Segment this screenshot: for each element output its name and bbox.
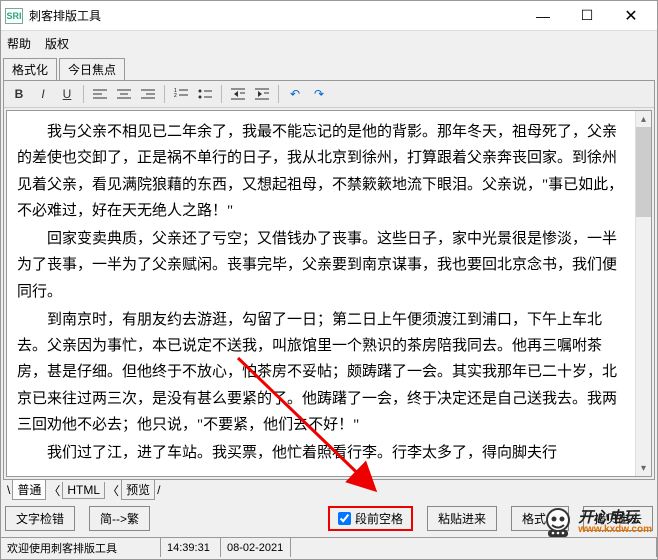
close-button[interactable]: ✕ [609,2,653,30]
tab-preview[interactable]: 预览 [121,480,155,500]
tab-normal[interactable]: 普通 [12,480,46,500]
tab-format[interactable]: 格式化 [3,58,57,80]
unordered-list-button[interactable] [194,84,216,104]
menu-help[interactable]: 帮助 [7,35,31,52]
align-right-button[interactable] [137,84,159,104]
separator [164,85,165,103]
align-left-button[interactable] [89,84,111,104]
ordered-list-button[interactable]: 12 [170,84,192,104]
scroll-up-icon[interactable]: ▴ [636,111,651,127]
italic-button[interactable]: I [32,84,54,104]
outdent-button[interactable] [227,84,249,104]
separator [221,85,222,103]
spellcheck-button[interactable]: 文字检错 [5,506,75,531]
scroll-down-icon[interactable]: ▾ [636,460,651,476]
minimize-button[interactable]: — [521,2,565,30]
scroll-thumb[interactable] [636,127,651,217]
align-center-button[interactable] [113,84,135,104]
maximize-button[interactable]: ☐ [565,2,609,30]
underline-button[interactable]: U [56,84,78,104]
status-welcome: 欢迎使用刺客排版工具 [1,538,161,557]
watermark: 开心电玩 www.kxdw.com [542,506,652,538]
indent-checkbox-highlight: 段前空格 [328,506,413,531]
bold-button[interactable]: B [8,84,30,104]
status-time: 14:39:31 [161,538,221,557]
paragraph: 回家变卖典质，父亲还了亏空；又借钱办了丧事。这些日子，家中光景很是惨淡，一半为了… [17,226,625,305]
paragraph: 我与父亲不相见已二年余了，我最不能忘记的是他的背影。那年冬天，祖母死了，父亲的差… [17,119,625,224]
tab-html[interactable]: HTML [62,482,105,499]
top-tab-row: 格式化 今日焦点 [1,56,657,80]
separator [278,85,279,103]
status-spacer [291,538,657,557]
statusbar: 欢迎使用刺客排版工具 14:39:31 08-02-2021 [1,537,657,557]
bottom-tab-row: \ 普通 〈 HTML 〈 预览 / [1,480,657,500]
watermark-text-cn: 开心电玩 [578,510,652,525]
titlebar: SRI 刺客排版工具 — ☐ ✕ [1,1,657,31]
watermark-icon [542,506,574,538]
status-date: 08-02-2021 [221,538,291,557]
indent-button[interactable] [251,84,273,104]
svg-text:2: 2 [174,93,177,99]
paste-button[interactable]: 粘贴进来 [427,506,497,531]
menu-copyright[interactable]: 版权 [45,35,69,52]
paragraph: 到南京时，有朋友约去游逛，勾留了一日；第二日上午便须渡江到浦口，下午上车北去。父… [17,307,625,438]
menubar: 帮助 版权 [1,31,657,56]
indent-checkbox[interactable] [338,512,351,525]
indent-checkbox-label: 段前空格 [355,510,403,527]
undo-button[interactable]: ↶ [284,84,306,104]
window-title: 刺客排版工具 [29,7,521,24]
vertical-scrollbar[interactable]: ▴ ▾ [635,111,651,476]
watermark-text-url: www.kxdw.com [578,525,652,535]
text-editor[interactable]: 我与父亲不相见已二年余了，我最不能忘记的是他的背影。那年冬天，祖母死了，父亲的差… [7,111,635,476]
tab-today-focus[interactable]: 今日焦点 [59,58,125,80]
simp-to-trad-button[interactable]: 简-->繁 [89,506,150,531]
app-icon: SRI [5,8,23,24]
format-toolbar: B I U 12 [4,81,654,108]
separator [83,85,84,103]
paragraph: 我们过了江，进了车站。我买票，他忙着照看行李。行李太多了，得向脚夫行 [17,440,625,466]
redo-button[interactable]: ↷ [308,84,330,104]
